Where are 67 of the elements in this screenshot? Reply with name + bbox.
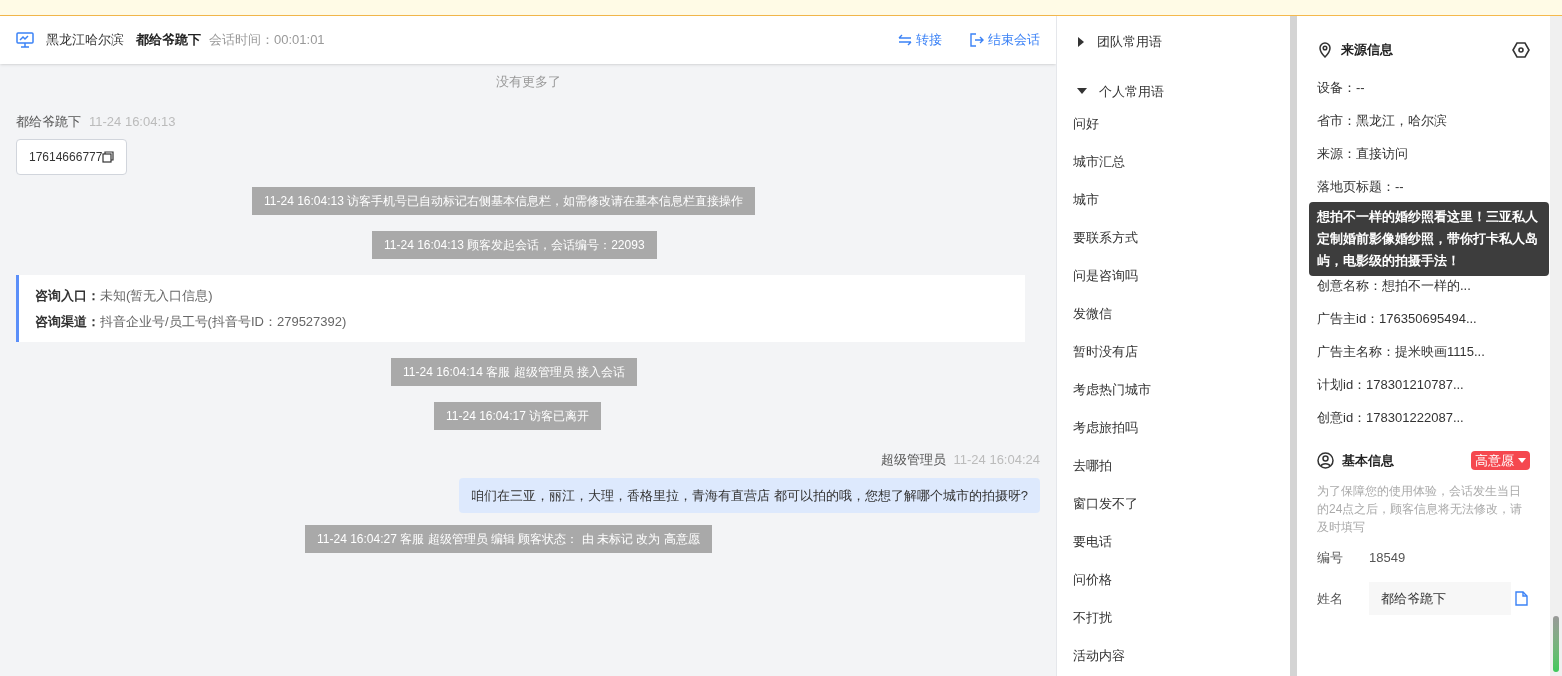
- field-label: 姓名: [1317, 589, 1344, 608]
- info-row-text: 设备：--: [1317, 79, 1366, 98]
- scrollbar-track[interactable]: [1290, 16, 1297, 676]
- system-message: 11-24 16:04:13 顾客发起会话，会话编号：22093: [372, 231, 657, 259]
- document-icon[interactable]: [1515, 590, 1528, 606]
- session-time: 会话时间：00:01:01: [209, 31, 325, 50]
- phrase-item[interactable]: 问是咨询吗: [1057, 257, 1290, 295]
- sender-name: 超级管理员: [880, 451, 946, 469]
- section-title: 基本信息: [1342, 451, 1394, 470]
- user-circle-icon: [1317, 451, 1334, 469]
- no-more-notice: 没有更多了: [495, 73, 561, 91]
- phrase-item[interactable]: 问价格: [1057, 561, 1290, 599]
- info-row-text: 广告主id：176350695494...: [1317, 310, 1478, 329]
- status-dropdown[interactable]: 高意愿: [1471, 450, 1530, 470]
- info-row-text: 广告主名称：提米映画1115...: [1317, 343, 1486, 362]
- info-line: 咨询渠道：抖音企业号/员工号(抖音号ID：279527392): [35, 312, 348, 331]
- copy-icon[interactable]: [102, 151, 115, 163]
- info-row-text: 落地页标题：--: [1317, 178, 1405, 197]
- message-time: 11-24 16:04:24: [953, 451, 1040, 469]
- field-value: 18549: [1369, 549, 1406, 567]
- phrase-item[interactable]: 城市: [1057, 181, 1290, 219]
- system-message: 11-24 16:04:13 访客手机号已自动标记右侧基本信息栏，如需修改请在基本信息栏直接操作: [252, 187, 756, 215]
- info-line: 咨询入口：未知(暂无入口信息): [35, 287, 214, 305]
- caret-down-icon: [1518, 457, 1526, 463]
- caret-right-icon: [1077, 36, 1085, 47]
- section-title: 来源信息: [1341, 41, 1393, 59]
- transfer-button[interactable]: 转接: [898, 30, 942, 50]
- info-row-text: 计划id：178301210787...: [1317, 376, 1465, 395]
- swap-arrows-icon: [898, 34, 912, 46]
- end-session-button[interactable]: 结束会话: [970, 30, 1040, 50]
- phrase-item[interactable]: 不打扰: [1057, 599, 1290, 637]
- system-message: 11-24 16:04:17 访客已离开: [434, 402, 602, 430]
- phrase-group[interactable]: 个人常用语: [1057, 81, 1164, 101]
- scrollbar-thumb[interactable]: [1553, 616, 1559, 672]
- info-row-text: 创意id：178301222087...: [1317, 409, 1465, 428]
- phrase-item[interactable]: 要电话: [1057, 523, 1290, 561]
- monitor-icon: [16, 32, 34, 48]
- system-message: 11-24 16:04:14 客服 超级管理员 接入会话: [391, 358, 637, 386]
- info-row-text: 省市：黑龙江，哈尔滨: [1317, 112, 1448, 131]
- phrase-item[interactable]: 要联系方式: [1057, 219, 1290, 257]
- name-field[interactable]: 都给爷跪下: [1369, 581, 1511, 615]
- exit-icon: [970, 33, 984, 47]
- caret-down-icon: [1077, 87, 1087, 96]
- phrase-item[interactable]: 窗口发不了: [1057, 485, 1290, 523]
- location-pin-icon: [1317, 41, 1333, 58]
- message-time: 11-24 16:04:13: [89, 112, 176, 131]
- system-message: 11-24 16:04:27 客服 超级管理员 编辑 顾客状态： 由 未标记 改为 高意愿: [305, 525, 712, 553]
- field-label: 编号: [1317, 549, 1344, 567]
- phrase-item[interactable]: 暂时没有店: [1057, 333, 1290, 371]
- visitor-name: 都给爷跪下: [136, 31, 201, 50]
- phrase-item[interactable]: 考虑热门城市: [1057, 371, 1290, 409]
- phrase-item[interactable]: 考虑旅拍吗: [1057, 409, 1290, 447]
- sender-name: 都给爷跪下: [16, 112, 81, 131]
- phrase-item[interactable]: 发微信: [1057, 295, 1290, 333]
- phone-number: 17614666777: [29, 149, 103, 166]
- settings-icon[interactable]: [1512, 41, 1530, 58]
- phrase-item[interactable]: 活动内容: [1057, 637, 1290, 675]
- phrase-item[interactable]: 问好: [1057, 105, 1290, 143]
- phrase-group[interactable]: 团队常用语: [1057, 32, 1162, 52]
- tooltip: 想拍不一样的婚纱照看这里！三亚私人定制婚前影像婚纱照，带你打卡私人岛屿，电影级的拍摄手法！: [1309, 201, 1549, 276]
- info-row-text: 创意名称：想拍不一样的...: [1317, 277, 1472, 296]
- message-bubble: 咱们在三亚，丽江，大理，香格里拉，青海有直营店 都可以拍的哦，您想了解哪个城市的拍摄呀?: [459, 477, 1040, 513]
- notice-text: 为了保障您的使用体验，会话发生当日的24点之后，顾客信息将无法修改，请及时填写: [1317, 483, 1524, 536]
- region-label: 黑龙江哈尔滨: [46, 31, 124, 50]
- phrase-item[interactable]: 城市汇总: [1057, 143, 1290, 181]
- info-row-text: 来源：直接访问: [1317, 145, 1409, 164]
- phrase-item[interactable]: 去哪拍: [1057, 447, 1290, 485]
